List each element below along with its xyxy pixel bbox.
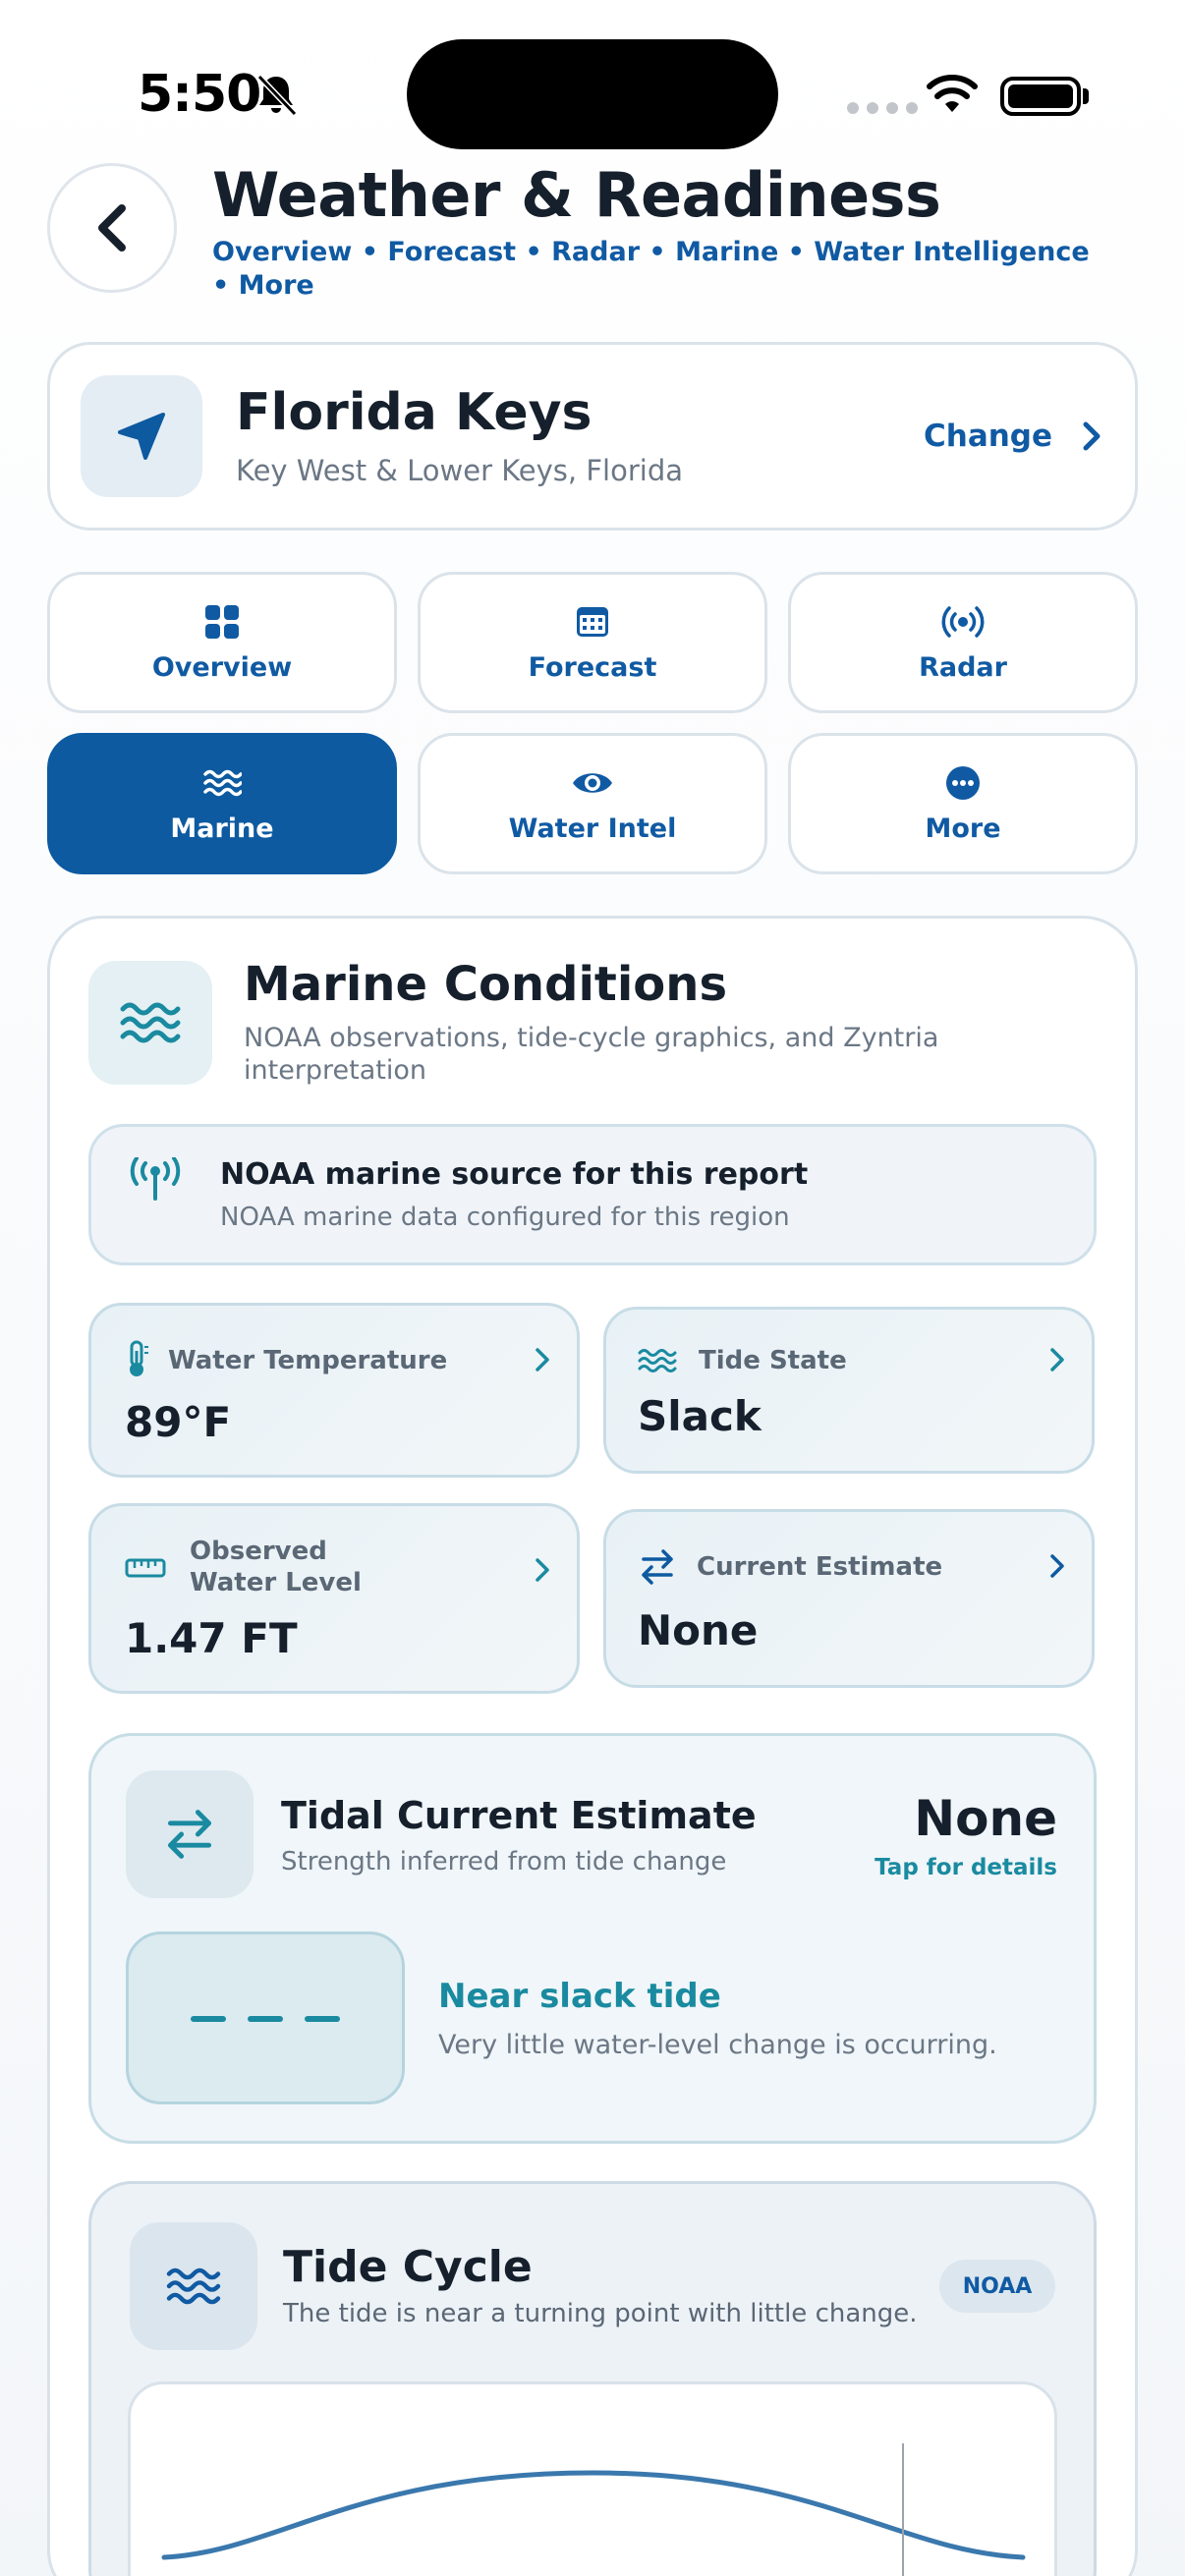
- noaa-badge: NOAA: [939, 2260, 1055, 2313]
- tide-icon-box: [130, 2222, 257, 2350]
- dash-icon: [248, 2016, 283, 2022]
- battery-icon: [1000, 77, 1081, 116]
- change-label: Change: [924, 419, 1053, 454]
- eye-icon: [573, 772, 612, 793]
- chevron-right-icon: [1050, 1348, 1064, 1372]
- calendar-icon: [577, 606, 608, 637]
- tidal-current-title: Tidal Current Estimate: [281, 1794, 757, 1837]
- chevron-right-icon: [536, 1348, 549, 1372]
- dash-icon: [305, 2016, 340, 2022]
- tide-cycle-title: Tide Cycle: [283, 2242, 533, 2292]
- tab-label: Radar: [919, 651, 1007, 683]
- metric-value: 89°F: [125, 1398, 232, 1446]
- location-icon-box: [81, 375, 202, 497]
- metric-label: Tide State: [699, 1346, 847, 1375]
- more-icon: [946, 765, 980, 800]
- tab-forecast[interactable]: Forecast: [418, 572, 767, 713]
- metric-value: Slack: [638, 1392, 762, 1440]
- tab-label: Marine: [170, 812, 274, 844]
- page-title: Weather & Readiness: [212, 159, 941, 231]
- waves-icon: [203, 769, 242, 796]
- broadcast-icon: [941, 605, 985, 638]
- location-arrow-icon: [118, 413, 165, 460]
- marine-subtitle: NOAA observations, tide-cycle graphics, …: [244, 1023, 939, 1086]
- bell-slash-icon: [256, 74, 298, 117]
- arrows-icon: [642, 1549, 673, 1585]
- metric-tide-state[interactable]: Tide State Slack: [603, 1307, 1095, 1474]
- waves-icon: [120, 1002, 181, 1043]
- location-name: Florida Keys: [236, 383, 592, 442]
- tide-cycle-subtitle: The tide is near a turning point with li…: [283, 2299, 918, 2328]
- metric-water-temperature[interactable]: Water Temperature 89°F: [88, 1303, 580, 1478]
- tab-radar[interactable]: Radar: [788, 572, 1138, 713]
- tidal-current-state: Near slack tide: [438, 1977, 721, 2016]
- chevron-right-icon: [1050, 1554, 1064, 1578]
- breadcrumb: Overview • Forecast • Radar • Marine • W…: [212, 237, 1090, 301]
- chevron-right-icon: [536, 1558, 549, 1582]
- metric-current-estimate[interactable]: Current Estimate None: [603, 1509, 1095, 1688]
- tab-label: Water Intel: [508, 812, 677, 844]
- dash-icon: [191, 2016, 226, 2022]
- tab-label: Forecast: [528, 651, 657, 683]
- waves-icon: [638, 1349, 677, 1372]
- antenna-icon: [130, 1157, 181, 1201]
- wifi-icon: [927, 75, 978, 112]
- tide-curve-chart: [161, 2443, 1026, 2576]
- location-subtitle: Key West & Lower Keys, Florida: [236, 454, 683, 487]
- tidal-current-icon-box: [126, 1770, 254, 1898]
- metric-label: Water Temperature: [168, 1346, 448, 1375]
- source-title: NOAA marine source for this report: [220, 1157, 809, 1192]
- metric-label: Observed Water Level: [190, 1537, 362, 1597]
- grid-icon: [205, 604, 239, 639]
- metric-value: None: [638, 1606, 759, 1654]
- metric-value: 1.47 FT: [125, 1614, 298, 1662]
- waves-icon: [166, 2268, 221, 2305]
- tab-label: More: [925, 812, 1001, 844]
- marine-icon-box: [88, 961, 212, 1085]
- dynamic-island: [407, 39, 778, 149]
- change-location-button[interactable]: Change: [924, 419, 1103, 454]
- chevron-right-icon: [1083, 421, 1100, 451]
- status-time: 5:50: [138, 65, 261, 124]
- marine-title: Marine Conditions: [244, 957, 728, 1012]
- metric-label: Current Estimate: [697, 1552, 943, 1582]
- tidal-current-subtitle: Strength inferred from tide change: [281, 1847, 727, 1876]
- tide-chart-box: [128, 2381, 1057, 2576]
- tab-overview[interactable]: Overview: [47, 572, 397, 713]
- tab-marine[interactable]: Marine: [47, 733, 397, 874]
- metric-observed-water-level[interactable]: Observed Water Level 1.47 FT: [88, 1503, 580, 1694]
- tab-more[interactable]: More: [788, 733, 1138, 874]
- back-button[interactable]: [47, 163, 177, 293]
- tab-label: Overview: [151, 651, 293, 683]
- tab-water-intel[interactable]: Water Intel: [418, 733, 767, 874]
- tide-curve: [161, 2470, 1026, 2560]
- tap-for-details-link[interactable]: Tap for details: [845, 1855, 1057, 1880]
- tidal-current-value: None: [914, 1790, 1057, 1847]
- thermometer-icon: [130, 1340, 148, 1376]
- chevron-left-icon: [98, 204, 126, 252]
- source-subtitle: NOAA marine data configured for this reg…: [220, 1203, 790, 1232]
- tidal-current-description: Very little water-level change is occurr…: [438, 2030, 997, 2060]
- arrows-icon: [167, 1810, 212, 1859]
- source-box: [88, 1124, 1097, 1265]
- ruler-icon: [125, 1558, 166, 1578]
- battery-tip: [1083, 88, 1089, 104]
- signal-dots-icon: [847, 102, 918, 114]
